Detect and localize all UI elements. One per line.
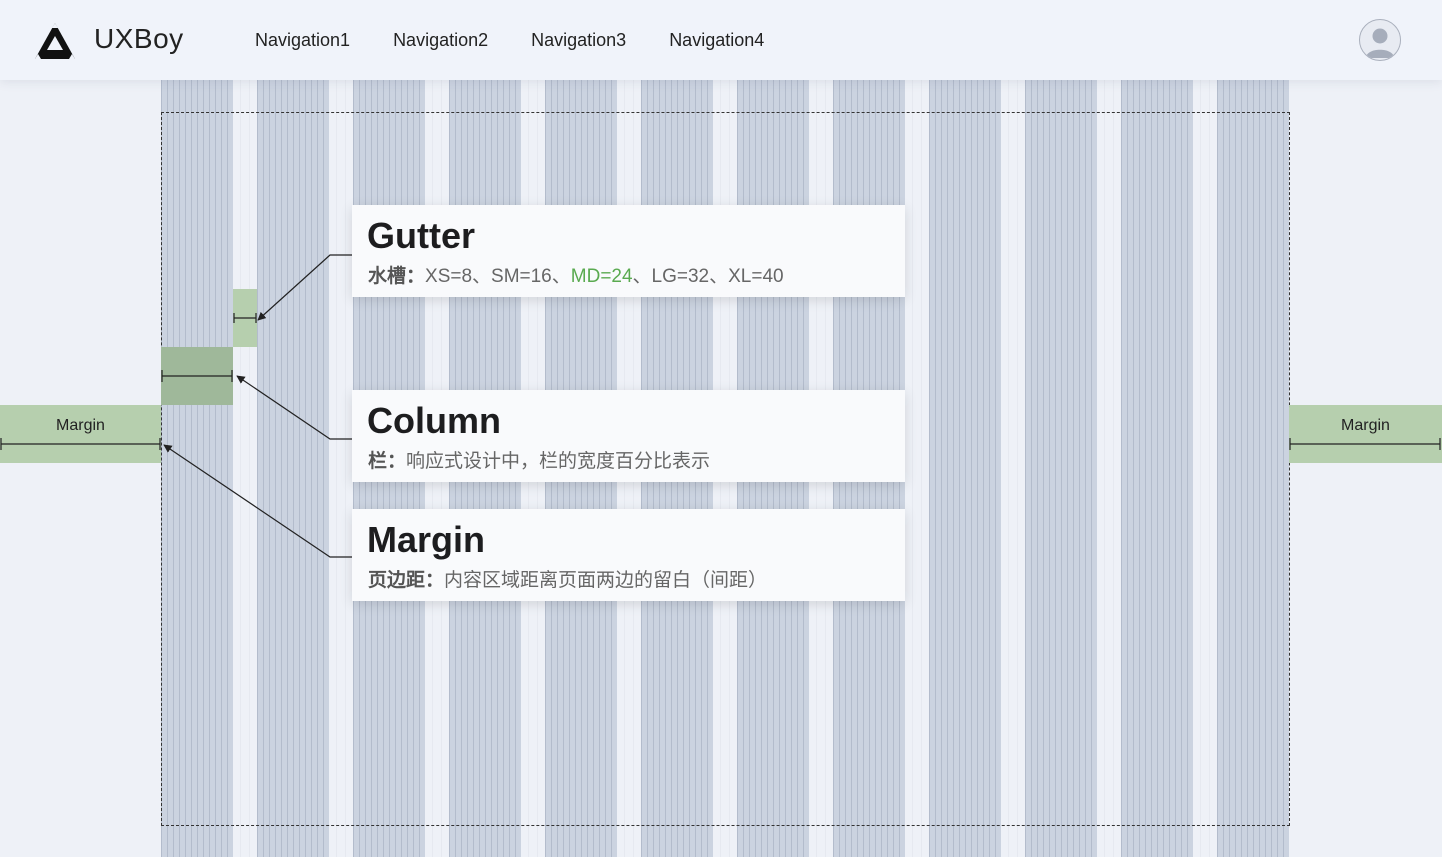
column-annotation-card: Column 栏：响应式设计中，栏的宽度百分比表示 xyxy=(352,390,905,482)
top-navigation-bar: UXBoy Navigation1 Navigation2 Navigation… xyxy=(0,0,1442,80)
gutter-description: 水槽：XS=8、SM=16、MD=24、LG=32、XL=40 xyxy=(368,266,784,287)
brand-name[interactable]: UXBoy xyxy=(94,23,184,55)
column-description: 栏：响应式设计中，栏的宽度百分比表示 xyxy=(368,451,711,472)
user-avatar-icon xyxy=(1366,28,1394,58)
nav-item-4[interactable]: Navigation4 xyxy=(669,30,764,51)
gutter-annotation-card: Gutter 水槽：XS=8、SM=16、MD=24、LG=32、XL=40 xyxy=(352,205,905,297)
main-nav: Navigation1 Navigation2 Navigation3 Navi… xyxy=(255,30,807,51)
nav-item-3[interactable]: Navigation3 xyxy=(531,30,626,51)
margin-description: 页边距：内容区域距离页面两边的留白（间距） xyxy=(368,570,768,591)
uxboy-logo-icon[interactable] xyxy=(34,22,76,60)
column-title: Column xyxy=(367,400,501,441)
margin-annotation-card: Margin 页边距：内容区域距离页面两边的留白（间距） xyxy=(352,509,905,601)
user-avatar[interactable] xyxy=(1359,19,1401,61)
nav-item-2[interactable]: Navigation2 xyxy=(393,30,488,51)
nav-item-1[interactable]: Navigation1 xyxy=(255,30,350,51)
gutter-title: Gutter xyxy=(367,215,475,256)
margin-title: Margin xyxy=(367,519,486,560)
